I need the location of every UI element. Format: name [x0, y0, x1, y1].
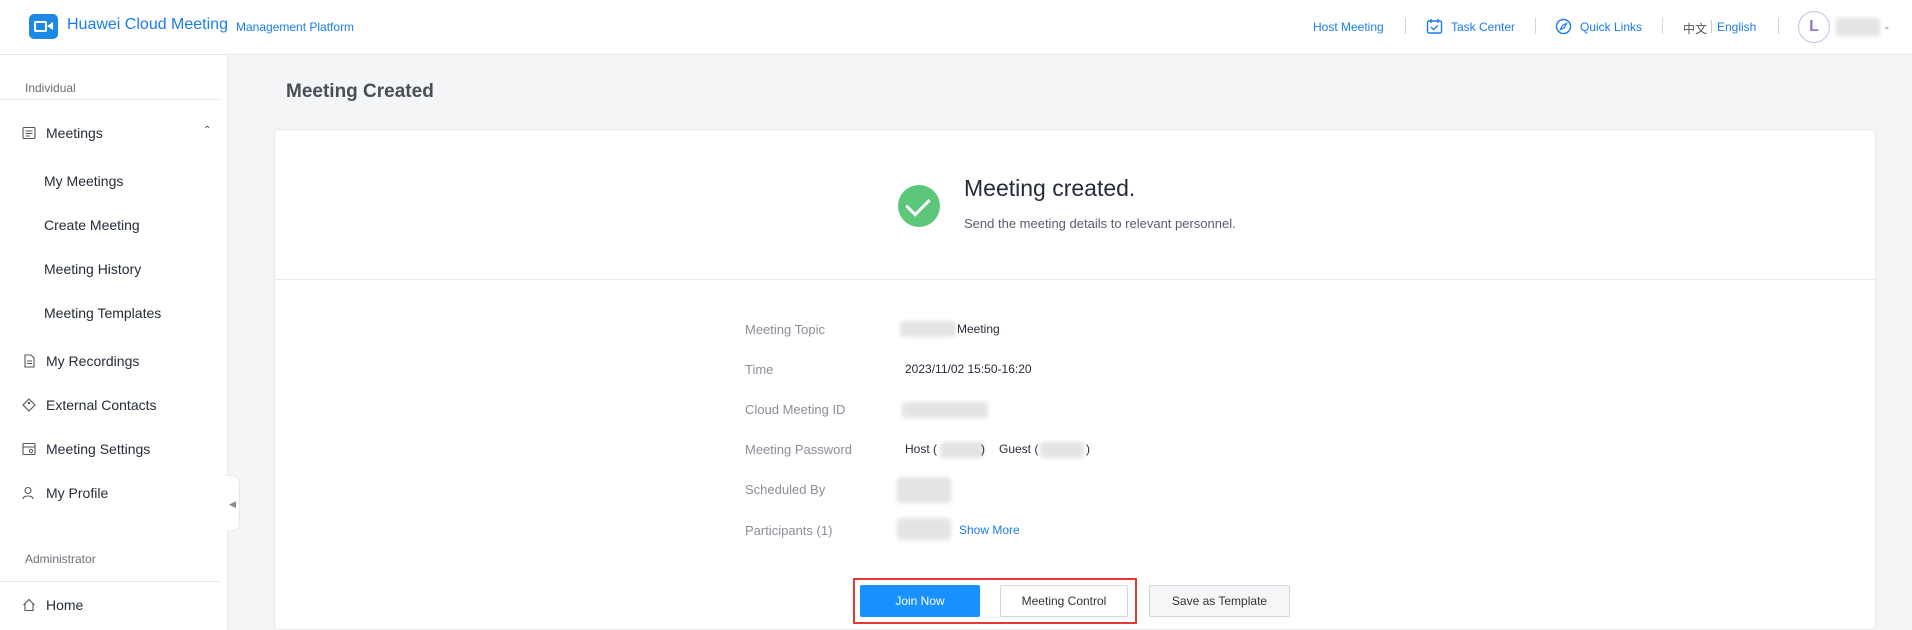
settings-panel-icon [22, 442, 36, 456]
sidebar-item-my-meetings[interactable]: My Meetings [44, 173, 123, 189]
meeting-password-label: Meeting Password [745, 442, 852, 457]
sidebar-item-create-meeting[interactable]: Create Meeting [44, 217, 140, 233]
host-password-redacted [940, 442, 984, 458]
sidebar-item-meeting-templates[interactable]: Meeting Templates [44, 305, 161, 321]
task-center-link[interactable]: Task Center [1451, 20, 1515, 34]
cloud-meeting-logo-icon[interactable] [29, 14, 58, 39]
check-circle-icon [898, 185, 940, 227]
meeting-topic-label: Meeting Topic [745, 322, 825, 337]
section-label-administrator: Administrator [25, 552, 96, 566]
sidebar-item-label: Meeting Settings [46, 441, 151, 457]
join-now-button[interactable]: Join Now [860, 585, 980, 617]
cloud-meeting-id-redacted [902, 402, 988, 418]
header-divider [1405, 18, 1406, 34]
brand-subtitle: Management Platform [236, 20, 355, 34]
participants-redacted [897, 518, 951, 540]
quick-links-link[interactable]: Quick Links [1580, 20, 1642, 34]
header-divider [1662, 18, 1663, 34]
tag-icon [22, 398, 36, 412]
time-label: Time [745, 362, 774, 377]
sidebar: Individual Meetings ⌃ My Meetings Create… [0, 55, 228, 630]
section-label-individual: Individual [25, 81, 76, 95]
avatar[interactable]: L [1798, 11, 1830, 43]
host-password-close: ) [981, 442, 985, 456]
sidebar-item-label: External Contacts [46, 397, 157, 413]
user-icon [22, 486, 34, 500]
save-as-template-button[interactable]: Save as Template [1149, 585, 1290, 617]
chevron-up-icon[interactable]: ⌃ [203, 125, 211, 136]
meeting-control-button[interactable]: Meeting Control [1000, 585, 1128, 617]
brand-name[interactable]: Huawei Cloud Meeting [67, 16, 228, 34]
compass-icon[interactable] [1555, 18, 1572, 35]
sidebar-item-label: Home [46, 597, 84, 613]
sidebar-item-meeting-history[interactable]: Meeting History [44, 261, 141, 277]
meeting-topic-redacted [900, 321, 956, 337]
user-name-redacted[interactable] [1836, 18, 1880, 36]
meeting-topic-value: Meeting [957, 322, 1000, 336]
guest-password-close: ) [1086, 442, 1090, 456]
task-center-icon[interactable] [1426, 18, 1443, 35]
section-divider [0, 99, 220, 100]
sidebar-item-label: My Recordings [46, 353, 140, 369]
chevron-down-icon[interactable]: ⌄ [1883, 21, 1891, 32]
top-header: Huawei Cloud Meeting Management Platform… [0, 0, 1912, 55]
card-divider [275, 279, 1875, 280]
show-more-link[interactable]: Show More [959, 523, 1020, 537]
sidebar-item-label: My Profile [46, 485, 109, 501]
scheduled-by-redacted [897, 477, 951, 503]
meeting-created-card [274, 129, 1876, 630]
success-title: Meeting created. [964, 175, 1136, 201]
time-value: 2023/11/02 15:50-16:20 [905, 362, 1032, 376]
document-icon [24, 354, 35, 368]
section-divider [0, 581, 220, 582]
participants-label: Participants (1) [745, 523, 833, 538]
guest-password-redacted [1040, 442, 1084, 458]
sidebar-collapse-handle[interactable]: ◀ [226, 475, 240, 531]
guest-password-label: Guest ( [999, 442, 1039, 456]
home-icon [23, 598, 35, 612]
language-english[interactable]: English [1717, 20, 1756, 34]
cloud-meeting-id-label: Cloud Meeting ID [745, 402, 846, 417]
calendar-list-icon [22, 126, 36, 140]
language-chinese[interactable]: 中文 [1683, 20, 1707, 37]
scheduled-by-label: Scheduled By [745, 482, 826, 497]
header-divider [1535, 18, 1536, 34]
success-description: Send the meeting details to relevant per… [964, 216, 1236, 231]
host-password-label: Host ( [905, 442, 938, 456]
header-divider [1778, 18, 1779, 34]
host-meeting-link[interactable]: Host Meeting [1313, 20, 1384, 34]
sidebar-item-label: Meetings [46, 125, 103, 141]
language-divider [1711, 20, 1712, 33]
page-title: Meeting Created [286, 81, 434, 102]
